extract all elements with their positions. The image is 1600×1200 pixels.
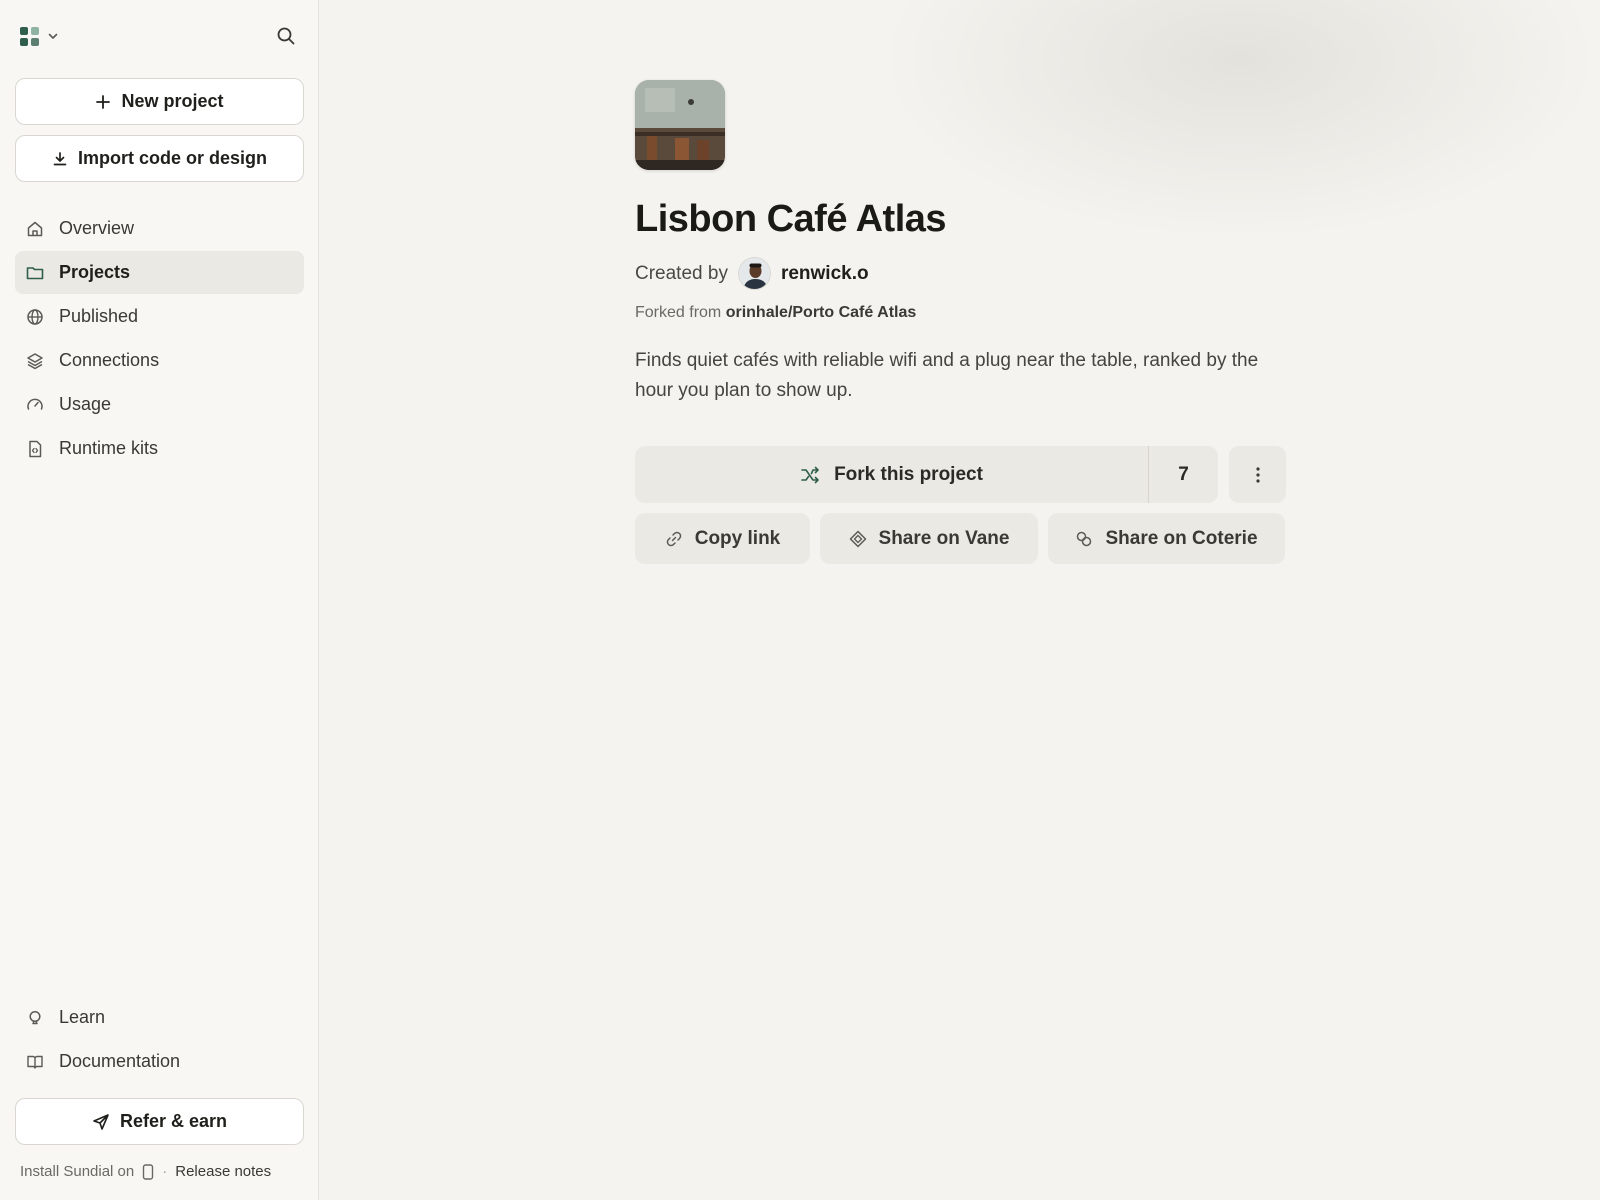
send-icon	[93, 1113, 109, 1130]
app-logo-icon	[20, 26, 39, 46]
globe-icon	[27, 308, 43, 325]
sidebar-bottom-nav: Learn Documentation	[15, 996, 304, 1084]
plus-icon	[96, 94, 111, 109]
sidebar-item-label: Documentation	[59, 1051, 181, 1071]
gauge-icon	[27, 398, 43, 410]
coterie-icon	[1077, 531, 1092, 546]
layers-icon	[27, 352, 43, 369]
refer-label: Refer & earn	[119, 1111, 228, 1131]
sidebar-item-overview[interactable]: Overview	[15, 207, 304, 250]
author-link[interactable]: renwick.o	[781, 263, 869, 285]
sidebar-item-projects[interactable]: Projects	[15, 251, 304, 294]
install-link[interactable]: Install Sundial on	[20, 1163, 134, 1180]
refer-earn-button[interactable]: Refer & earn	[15, 1098, 304, 1145]
book-icon	[27, 1055, 43, 1069]
import-button[interactable]: Import code or design	[15, 135, 304, 182]
created-by-row: Created by renwick.o	[635, 257, 1285, 290]
search-icon	[277, 27, 295, 45]
sidebar-item-published[interactable]: Published	[15, 295, 304, 338]
sidebar-nav: Overview Projects Published Connections …	[15, 207, 304, 471]
more-vertical-icon	[1255, 466, 1260, 483]
fork-project-button[interactable]: Fork this project	[635, 446, 1148, 503]
sidebar-item-label: Published	[59, 306, 139, 326]
folder-icon	[26, 266, 44, 279]
vane-icon	[849, 530, 866, 547]
fork-button-group: Fork this project 7	[635, 446, 1218, 503]
sidebar: New project Import code or design Overvi…	[0, 0, 319, 1200]
download-icon	[53, 151, 67, 165]
project-actions: Fork this project 7 Copy link Share on V…	[635, 446, 1286, 566]
sidebar-header	[20, 24, 298, 48]
sidebar-item-label: Overview	[59, 218, 135, 238]
sidebar-item-label: Runtime kits	[59, 438, 159, 458]
release-notes-link[interactable]: Release notes	[175, 1163, 271, 1180]
fork-count[interactable]: 7	[1148, 446, 1218, 503]
sidebar-item-label: Usage	[59, 394, 112, 414]
new-project-label: New project	[121, 91, 224, 111]
sidebar-item-label: Connections	[59, 350, 160, 370]
share-coterie-label: Share on Coterie	[1105, 527, 1258, 549]
forked-from-row: Forked from orinhale/Porto Café Atlas	[635, 304, 1285, 322]
forked-from-link[interactable]: orinhale/Porto Café Atlas	[726, 304, 917, 321]
new-project-button[interactable]: New project	[15, 78, 304, 125]
share-row: Copy link Share on Vane Share on Coterie	[635, 513, 1285, 564]
footer-separator: ·	[162, 1163, 168, 1180]
lightbulb-icon	[29, 1010, 41, 1024]
sidebar-item-connections[interactable]: Connections	[15, 339, 304, 382]
copy-link-button[interactable]: Copy link	[635, 513, 810, 564]
forked-from-label: Forked from	[635, 304, 722, 321]
project-detail: Lisbon Café Atlas Created by renwick.o F…	[635, 80, 1286, 566]
more-options-button[interactable]	[1229, 446, 1286, 503]
sidebar-footer: Install Sundial on · Release notes	[20, 1163, 271, 1180]
project-thumbnail	[635, 80, 725, 170]
sidebar-item-runtime-kits[interactable]: Runtime kits	[15, 427, 304, 470]
shuffle-icon	[801, 466, 819, 483]
code-file-icon	[29, 440, 42, 457]
main-content: Lisbon Café Atlas Created by renwick.o F…	[320, 0, 1600, 1200]
share-vane-label: Share on Vane	[878, 527, 1010, 549]
search-button[interactable]	[274, 24, 298, 48]
fork-label: Fork this project	[834, 463, 983, 485]
created-by-label: Created by	[635, 262, 728, 284]
project-title: Lisbon Café Atlas	[635, 198, 947, 240]
copy-link-label: Copy link	[694, 527, 781, 549]
sidebar-item-learn[interactable]: Learn	[15, 996, 304, 1039]
project-description: Finds quiet cafés with reliable wifi and…	[635, 350, 1259, 401]
import-label: Import code or design	[77, 148, 268, 168]
workspace-switcher[interactable]	[20, 24, 59, 48]
sidebar-item-label: Learn	[59, 1007, 106, 1027]
share-coterie-button[interactable]: Share on Coterie	[1048, 513, 1285, 564]
sidebar-item-label: Projects	[59, 262, 131, 282]
link-icon	[666, 531, 682, 546]
avatar[interactable]	[737, 257, 771, 290]
share-vane-button[interactable]: Share on Vane	[820, 513, 1038, 564]
sidebar-item-usage[interactable]: Usage	[15, 383, 304, 426]
sidebar-item-documentation[interactable]: Documentation	[15, 1040, 304, 1083]
phone-icon	[143, 1163, 154, 1180]
home-icon	[27, 221, 43, 236]
chevron-down-icon	[48, 33, 58, 39]
